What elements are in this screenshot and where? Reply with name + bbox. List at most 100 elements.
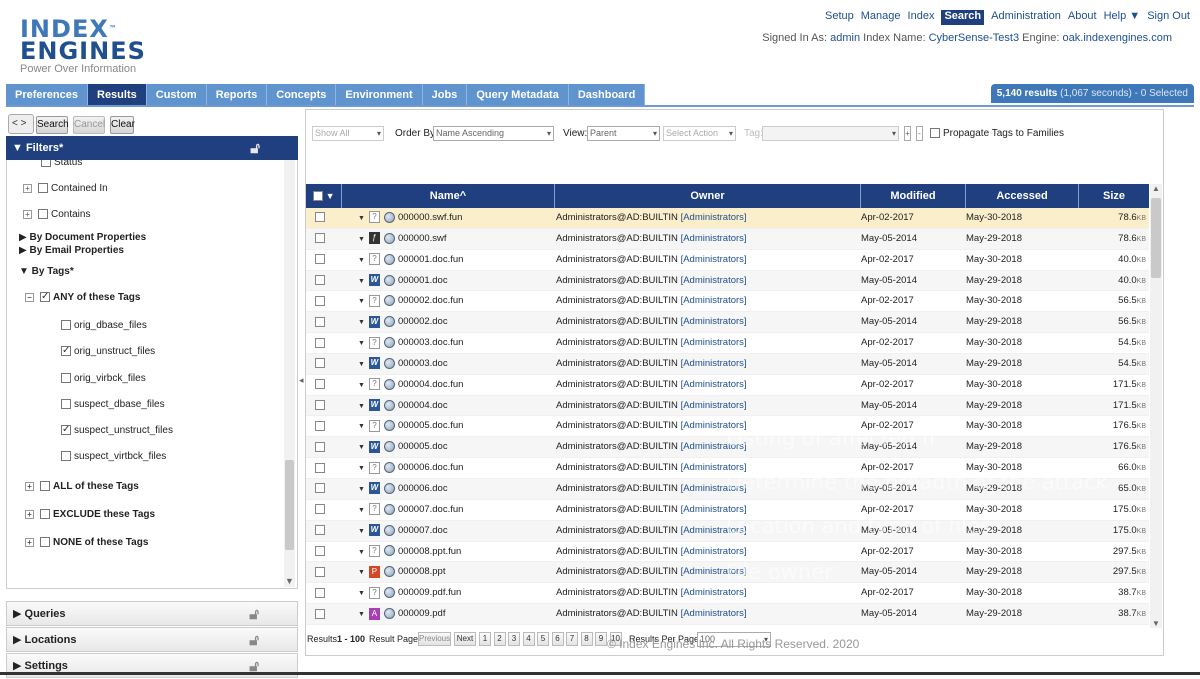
globe-icon[interactable] (383, 253, 395, 265)
expand-icon[interactable]: + (25, 481, 34, 491)
globe-icon[interactable] (383, 232, 395, 244)
owner-group-link[interactable]: [Administrators] (681, 608, 747, 619)
row-checkbox[interactable] (315, 400, 325, 411)
nav-index[interactable]: Index (908, 10, 935, 25)
any-tags-checkbox[interactable] (40, 290, 50, 304)
row-checkbox-cell[interactable] (306, 291, 334, 311)
show-select[interactable]: Show All ▾ (312, 126, 384, 141)
table-row[interactable]: ▼? 000009.pdf.fun Administrators@AD:BUILTI… (306, 583, 1149, 605)
scroll-down-icon[interactable]: ▼ (285, 576, 294, 586)
row-menu-icon[interactable]: ▼ (358, 236, 365, 243)
row-menu-icon[interactable]: ▼ (358, 507, 365, 514)
file-name-cell[interactable]: ▼? 000004.doc.fun (334, 375, 555, 395)
tab-concepts[interactable]: Concepts (267, 84, 337, 107)
row-checkbox-cell[interactable] (306, 583, 334, 603)
table-row[interactable]: ▼ ƒ 000000.swf Administrators@AD:BUILTIN [A… (306, 228, 1149, 250)
owner-group-link[interactable]: [Administrators] (681, 400, 747, 411)
row-checkbox[interactable] (315, 212, 325, 223)
row-checkbox[interactable] (315, 525, 325, 536)
file-name-cell[interactable]: ▼? 000000.swf.fun (334, 208, 555, 228)
accordion-locations[interactable]: ▶ Locations 🔓︎ (6, 627, 298, 652)
row-checkbox-cell[interactable] (306, 396, 334, 416)
file-name-cell[interactable]: ▼ W 000001.doc (334, 271, 555, 291)
tag-suspect-unstruct[interactable]: suspect_unstruct_files (61, 423, 173, 438)
file-name-cell[interactable]: ▼ W 000003.doc (334, 354, 555, 374)
globe-icon[interactable] (383, 337, 395, 349)
row-menu-icon[interactable]: ▼ (358, 215, 365, 222)
table-row[interactable]: ▼ W 000003.doc Administrators@AD:BUILTIN [A… (306, 353, 1149, 375)
row-checkbox-cell[interactable] (306, 458, 334, 478)
file-name-cell[interactable]: ▼ W 000004.doc (334, 396, 555, 416)
filter-contained-in[interactable]: + Contained In (23, 182, 108, 196)
column-owner[interactable]: Owner (555, 184, 861, 208)
scrollbar-thumb[interactable] (285, 460, 294, 550)
row-checkbox[interactable] (315, 295, 325, 306)
row-menu-icon[interactable]: ▼ (358, 465, 365, 472)
owner-group-link[interactable]: [Administrators] (681, 358, 747, 369)
row-checkbox[interactable] (315, 358, 325, 369)
row-checkbox[interactable] (315, 566, 325, 577)
table-row[interactable]: ▼ A 000009.pdf Administrators@AD:BUILTIN [A… (306, 604, 1149, 625)
status-checkbox[interactable] (41, 160, 51, 168)
table-row[interactable]: ▼ W 000004.doc Administrators@AD:BUILTIN [A… (306, 395, 1149, 417)
file-name-cell[interactable]: ▼? 000005.doc.fun (334, 416, 555, 436)
row-checkbox-cell[interactable] (306, 375, 334, 395)
row-menu-icon[interactable]: ▼ (358, 423, 365, 430)
tag-suspect-virtbck[interactable]: suspect_virtbck_files (61, 450, 166, 464)
tab-custom[interactable]: Custom (146, 84, 207, 107)
row-menu-icon[interactable]: ▼ (358, 528, 365, 535)
all-tags-checkbox[interactable] (40, 481, 50, 492)
table-row[interactable]: ▼? 000003.doc.fun Administrators@AD:BUILTI… (306, 333, 1149, 354)
column-size[interactable]: Size (1079, 184, 1149, 208)
row-menu-icon[interactable]: ▼ (358, 590, 365, 597)
globe-icon[interactable] (383, 441, 395, 453)
filter-status[interactable]: Status (41, 160, 82, 170)
select-menu-icon[interactable]: ▼ (326, 191, 335, 201)
tag-orig-dbase[interactable]: orig_dbase_files (61, 319, 147, 333)
page-number-button[interactable]: 7 (566, 632, 578, 646)
scroll-up-icon[interactable]: ▲ (1152, 184, 1160, 193)
owner-group-link[interactable]: [Administrators] (681, 337, 747, 348)
filter-email-properties[interactable]: ▶ By Email Properties (19, 244, 124, 258)
file-name-cell[interactable]: ▼ W 000007.doc (334, 521, 555, 541)
propagate-checkbox[interactable] (930, 128, 940, 139)
row-checkbox-cell[interactable] (306, 437, 334, 457)
row-checkbox-cell[interactable] (306, 562, 334, 582)
row-menu-icon[interactable]: ▼ (358, 361, 365, 368)
nav-setup[interactable]: Setup (825, 10, 854, 25)
filters-scrollbar[interactable]: ▼ (284, 160, 295, 587)
table-row[interactable]: ▼? 000002.doc.fun Administrators@AD:BUILTI… (306, 291, 1149, 313)
row-checkbox[interactable] (315, 316, 325, 327)
page-number-button[interactable]: 5 (537, 632, 549, 646)
tab-dashboard[interactable]: Dashboard (568, 84, 646, 107)
tag-checkbox[interactable] (61, 344, 71, 358)
page-number-button[interactable]: 6 (551, 632, 564, 646)
tab-results[interactable]: Results (88, 84, 147, 107)
globe-icon[interactable] (383, 566, 395, 578)
nav-help[interactable]: Help ▼ (1104, 10, 1141, 25)
tag-checkbox[interactable] (61, 423, 71, 437)
nav-search[interactable]: Search (941, 10, 985, 25)
filters-header[interactable]: ▼ Filters* 🔓︎ (6, 136, 298, 160)
globe-icon[interactable] (383, 545, 395, 557)
accordion-queries[interactable]: ▶ Queries 🔓︎ (6, 601, 298, 626)
file-name-cell[interactable]: ▼? 000006.doc.fun (334, 458, 555, 478)
row-checkbox[interactable] (315, 483, 325, 494)
file-name-cell[interactable]: ▼ W 000006.doc (334, 479, 555, 499)
tag-orig-virbck[interactable]: orig_virbck_files (61, 372, 146, 386)
globe-icon[interactable] (383, 316, 395, 328)
filter-none-tags[interactable]: + NONE of these Tags (25, 536, 148, 550)
tab-preferences[interactable]: Preferences (6, 84, 88, 107)
previous-page-button[interactable]: Previous (418, 632, 451, 646)
history-arrows[interactable]: < > (8, 114, 34, 134)
globe-icon[interactable] (383, 378, 395, 390)
view-select[interactable]: Parent ▾ (587, 126, 660, 141)
row-checkbox[interactable] (315, 462, 325, 473)
page-number-button[interactable]: 4 (522, 632, 535, 646)
tag-suspect-dbase[interactable]: suspect_dbase_files (61, 398, 165, 412)
owner-group-link[interactable]: [Administrators] (681, 295, 747, 306)
expand-icon[interactable]: + (23, 183, 32, 193)
row-checkbox[interactable] (315, 420, 325, 431)
table-row[interactable]: ▼ W 000001.doc Administrators@AD:BUILTIN [A… (306, 270, 1149, 292)
file-name-cell[interactable]: ▼? 000003.doc.fun (334, 333, 555, 353)
